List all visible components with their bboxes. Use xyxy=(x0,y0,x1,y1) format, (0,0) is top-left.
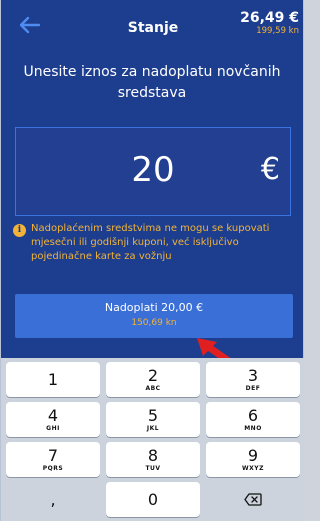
top-up-screen: Stanje 26,49 € 199,59 kn Unesite iznos z… xyxy=(0,0,305,521)
key-digit: 1 xyxy=(47,369,59,389)
key-letters: GHI xyxy=(46,424,60,432)
key-8[interactable]: 8 TUV xyxy=(106,442,200,477)
key-4[interactable]: 4 GHI xyxy=(6,402,100,437)
key-2[interactable]: 2 ABC xyxy=(106,362,200,397)
info-icon: i xyxy=(13,224,26,237)
key-0[interactable]: 0 xyxy=(106,482,200,517)
balance-eur: 26,49 € xyxy=(240,10,299,26)
top-up-button-label: Nadoplati 20,00 € xyxy=(104,301,204,314)
key-digit: 6 xyxy=(247,405,259,425)
key-3[interactable]: 3 DEF xyxy=(206,362,300,397)
amount-input[interactable]: 20 € xyxy=(15,127,291,216)
key-digit: 4 xyxy=(47,405,59,425)
key-letters: TUV xyxy=(145,464,161,472)
key-digit: 3 xyxy=(247,365,259,385)
key-comma-label: , xyxy=(50,489,56,509)
amount-currency: € xyxy=(260,152,280,187)
balance-display: 26,49 € 199,59 kn xyxy=(240,10,299,37)
notice: i Nadoplaćenim sredstvima ne mogu se kup… xyxy=(13,222,293,264)
key-1[interactable]: 1 xyxy=(6,362,100,397)
key-7[interactable]: 7 PQRS xyxy=(6,442,100,477)
key-digit: 8 xyxy=(147,445,159,465)
key-letters: PQRS xyxy=(42,464,64,472)
amount-value: 20 xyxy=(131,150,175,190)
key-9[interactable]: 9 WXYZ xyxy=(206,442,300,477)
balance-kn: 199,59 kn xyxy=(256,26,299,36)
key-digit: 5 xyxy=(147,405,159,425)
amount-prompt: Unesite iznos za nadoplatu novčanih sred… xyxy=(23,64,281,101)
key-digit: 7 xyxy=(47,445,59,465)
notice-text: Nadoplaćenim sredstvima ne mogu se kupov… xyxy=(31,223,270,262)
key-6[interactable]: 6 MNO xyxy=(206,402,300,437)
top-up-button[interactable]: Nadoplati 20,00 € 150,69 kn xyxy=(15,294,293,338)
key-letters: MNO xyxy=(244,424,262,432)
header: Stanje 26,49 € 199,59 kn xyxy=(1,0,305,44)
key-digit: 0 xyxy=(147,489,159,509)
key-digit: 9 xyxy=(247,445,259,465)
key-comma[interactable]: , xyxy=(6,482,100,517)
key-letters: DEF xyxy=(245,384,261,392)
numeric-keypad: 1 2 ABC 3 DEF 4 GHI 5 JKL 6 MNO 7 PQRS 8 xyxy=(1,358,305,521)
top-up-button-sublabel: 150,69 kn xyxy=(131,318,177,328)
key-digit: 2 xyxy=(147,365,159,385)
key-5[interactable]: 5 JKL xyxy=(106,402,200,437)
key-letters: JKL xyxy=(146,424,160,432)
backspace-icon xyxy=(244,493,262,506)
key-letters: WXYZ xyxy=(242,464,264,472)
key-letters: ABC xyxy=(145,384,161,392)
key-backspace[interactable] xyxy=(206,482,300,517)
